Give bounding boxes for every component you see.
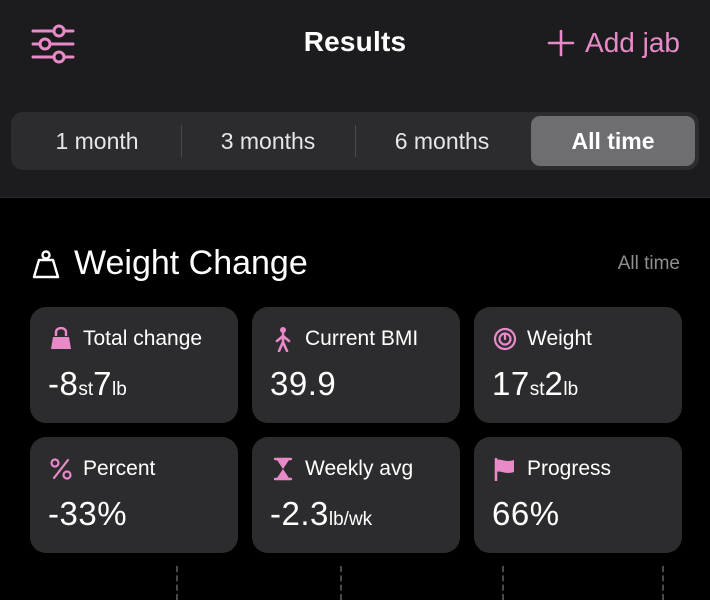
value-number: -8	[48, 365, 79, 402]
flag-icon	[492, 456, 518, 482]
stat-card-total-change[interactable]: Total change -8st7lb	[30, 307, 238, 423]
card-value: -2.3lb/wk	[270, 495, 460, 533]
card-label: Progress	[527, 457, 612, 480]
chart-gridline	[502, 566, 504, 600]
stat-card-percent[interactable]: Percent -33%	[30, 437, 238, 553]
card-label: Weekly avg	[305, 457, 414, 480]
card-label: Current BMI	[305, 327, 419, 350]
percent-icon	[48, 456, 74, 482]
kettlebell-icon	[48, 326, 74, 352]
value-unit: st	[529, 379, 545, 400]
time-range-segmented-control: 1 month 3 months 6 months All time	[11, 112, 699, 170]
value-number: 66%	[492, 495, 560, 532]
card-value: -8st7lb	[48, 365, 238, 403]
value-number: 39.9	[270, 365, 337, 402]
stat-card-weight[interactable]: Weight 17st2lb	[474, 307, 682, 423]
value-number: 7	[93, 365, 112, 402]
tab-all-time[interactable]: All time	[531, 116, 695, 166]
hourglass-icon	[270, 456, 296, 482]
chart-gridline	[176, 566, 178, 600]
value-unit: lb	[111, 379, 127, 400]
plus-icon	[547, 29, 575, 57]
tab-1-month[interactable]: 1 month	[15, 116, 179, 166]
card-label: Weight	[527, 327, 592, 350]
value-number: 17	[492, 365, 530, 402]
value-unit: lb/wk	[328, 509, 373, 530]
stat-card-current-bmi[interactable]: Current BMI 39.9	[252, 307, 460, 423]
value-number: 2	[544, 365, 564, 402]
add-jab-button[interactable]: Add jab	[547, 27, 680, 59]
card-label: Total change	[83, 327, 203, 350]
header-divider	[0, 197, 710, 198]
segment-separator	[355, 125, 356, 157]
person-icon	[270, 326, 296, 352]
value-unit: lb	[563, 379, 579, 400]
scale-weight-icon	[32, 249, 60, 278]
chart-gridline	[340, 566, 342, 600]
card-value: 39.9	[270, 365, 460, 403]
card-label: Percent	[83, 457, 156, 480]
card-value: 66%	[492, 495, 682, 533]
stat-card-progress[interactable]: Progress 66%	[474, 437, 682, 553]
stat-card-weekly-avg[interactable]: Weekly avg -2.3lb/wk	[252, 437, 460, 553]
tab-3-months[interactable]: 3 months	[183, 116, 353, 166]
weight-change-header: Weight Change	[30, 244, 308, 283]
value-number: -2.3	[270, 495, 329, 532]
tab-6-months[interactable]: 6 months	[357, 116, 527, 166]
add-jab-label: Add jab	[585, 27, 680, 58]
section-range-label: All time	[617, 253, 680, 274]
segment-separator	[181, 125, 182, 157]
card-value: -33%	[48, 495, 238, 533]
card-value: 17st2lb	[492, 365, 682, 403]
value-number: -33%	[48, 495, 128, 532]
chart-gridline	[662, 566, 664, 600]
section-title: Weight Change	[74, 244, 308, 282]
value-unit: st	[78, 379, 94, 400]
scale-dial-icon	[492, 326, 518, 352]
